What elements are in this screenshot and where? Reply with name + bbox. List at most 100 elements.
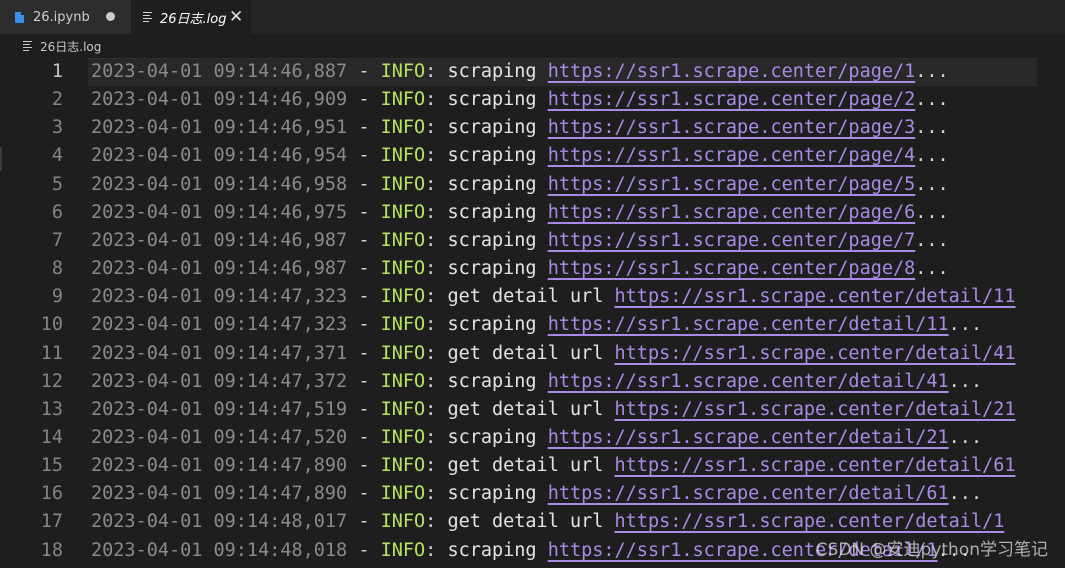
code-line[interactable]: 12 2023-04-01 09:14:47,372 - INFO: scrapi… [0,368,1065,396]
code-line[interactable]: 5 2023-04-01 09:14:46,958 - INFO: scrapin… [0,171,1065,199]
code-line[interactable]: 16 2023-04-01 09:14:47,890 - INFO: scrapi… [0,480,1065,508]
log-colon: : [425,539,448,561]
log-ellipsis: ... [915,229,949,251]
log-level: INFO [380,89,426,111]
breadcrumb-file[interactable]: 26日志.log [40,38,101,55]
log-url-link[interactable]: https://ssr1.scrape.center/detail/61 [548,483,949,504]
log-url-link[interactable]: https://ssr1.scrape.center/page/7 [548,230,916,251]
log-url-link[interactable]: https://ssr1.scrape.center/detail/21 [548,427,949,448]
line-number: 10 [40,314,63,336]
log-ellipsis: ... [915,258,949,280]
log-url-link[interactable]: https://ssr1.scrape.center/detail/41 [548,371,949,392]
line-number: 8 [51,258,63,280]
tab-ipynb[interactable]: 26.ipynb [0,0,131,34]
log-level: INFO [380,229,426,251]
log-url-link[interactable]: https://ssr1.scrape.center/page/8 [548,258,916,279]
log-timestamp: 2023-04-01 09:14:47,323 [91,286,348,308]
code-line[interactable]: 17 2023-04-01 09:14:48,017 - INFO: get de… [0,508,1065,536]
code-line[interactable]: 2 2023-04-01 09:14:46,909 - INFO: scrapin… [0,86,1065,114]
log-url-link[interactable]: https://ssr1.scrape.center/page/3 [548,117,916,138]
log-entry: 2023-04-01 09:14:47,323 - INFO: scraping… [91,311,982,339]
line-number: 17 [40,511,63,533]
log-timestamp: 2023-04-01 09:14:48,017 [91,511,348,533]
log-separator: - [347,229,381,251]
log-message: scraping [447,61,548,82]
log-url-link[interactable]: https://ssr1.scrape.center/detail/11 [615,286,1016,307]
log-url-link[interactable]: https://ssr1.scrape.center/page/5 [548,174,916,195]
notebook-file-icon [15,11,24,23]
log-timestamp: 2023-04-01 09:14:46,887 [91,61,348,82]
log-colon: : [425,483,448,505]
log-url-link[interactable]: https://ssr1.scrape.center/detail/41 [615,343,1016,364]
log-timestamp: 2023-04-01 09:14:47,890 [91,483,348,505]
log-url-link[interactable]: https://ssr1.scrape.center/page/4 [548,145,916,166]
log-message: scraping [447,426,548,448]
log-colon: : [425,426,448,448]
unsaved-dot-icon[interactable] [106,12,115,21]
log-separator: - [347,117,381,139]
log-timestamp: 2023-04-01 09:14:47,520 [91,426,348,448]
log-message: scraping [447,539,548,561]
code-line[interactable]: 3 2023-04-01 09:14:46,951 - INFO: scrapin… [0,114,1065,142]
log-timestamp: 2023-04-01 09:14:47,372 [91,370,348,392]
tab-bar: 26.ipynb 26日志.log ✕ [0,0,1065,34]
line-number: 14 [40,426,63,448]
log-entry: 2023-04-01 09:14:47,372 - INFO: scraping… [91,368,982,396]
code-line[interactable]: 13 2023-04-01 09:14:47,519 - INFO: get de… [0,396,1065,424]
log-url-link[interactable]: https://ssr1.scrape.center/page/6 [548,202,916,223]
code-line[interactable]: 6 2023-04-01 09:14:46,975 - INFO: scrapin… [0,199,1065,227]
log-level: INFO [380,258,426,280]
code-line[interactable]: 8 2023-04-01 09:14:46,987 - INFO: scrapin… [0,255,1065,283]
log-entry: 2023-04-01 09:14:46,958 - INFO: scraping… [91,171,949,199]
log-level: INFO [380,455,426,477]
line-number: 12 [40,370,63,392]
log-separator: - [347,483,381,505]
log-separator: - [347,398,381,420]
breadcrumb[interactable]: 26日志.log [0,34,1065,58]
editor[interactable]: 1 2023-04-01 09:14:46,887 - INFO: scrapin… [0,58,1065,568]
log-entry: 2023-04-01 09:14:46,975 - INFO: scraping… [91,199,949,227]
code-line[interactable]: 4 2023-04-01 09:14:46,954 - INFO: scrapin… [0,142,1065,170]
log-level: INFO [380,61,426,82]
log-timestamp: 2023-04-01 09:14:47,323 [91,314,348,336]
code-line[interactable]: 15 2023-04-01 09:14:47,890 - INFO: get de… [0,452,1065,480]
log-separator: - [347,455,381,477]
log-ellipsis: ... [915,145,949,167]
log-url-link[interactable]: https://ssr1.scrape.center/detail/21 [615,399,1016,420]
code-line[interactable]: 7 2023-04-01 09:14:46,987 - INFO: scrapin… [0,227,1065,255]
code-line[interactable]: 11 2023-04-01 09:14:47,371 - INFO: get de… [0,340,1065,368]
tab-log[interactable]: 26日志.log ✕ [131,0,251,34]
log-timestamp: 2023-04-01 09:14:46,987 [91,258,348,280]
line-number: 15 [40,455,63,477]
line-number: 7 [51,229,63,251]
log-ellipsis: ... [915,117,949,139]
log-url-link[interactable]: https://ssr1.scrape.center/detail/1 [615,511,1005,532]
log-message: get detail url [447,455,615,477]
log-entry: 2023-04-01 09:14:48,017 - INFO: get deta… [91,508,1004,536]
log-entry: 2023-04-01 09:14:46,909 - INFO: scraping… [91,86,949,114]
log-url-link[interactable]: https://ssr1.scrape.center/detail/11 [548,314,949,335]
close-icon[interactable]: ✕ [229,7,243,27]
log-ellipsis: ... [915,89,949,111]
log-level: INFO [380,173,426,195]
log-url-link[interactable]: https://ssr1.scrape.center/page/1 [548,61,916,82]
line-number: 4 [51,145,63,167]
code-line[interactable]: 10 2023-04-01 09:14:47,323 - INFO: scrapi… [0,311,1065,339]
log-timestamp: 2023-04-01 09:14:46,987 [91,229,348,251]
log-separator: - [347,314,381,336]
log-entry: 2023-04-01 09:14:47,890 - INFO: scraping… [91,480,982,508]
log-colon: : [425,229,448,251]
log-timestamp: 2023-04-01 09:14:46,951 [91,117,348,139]
log-level: INFO [380,145,426,167]
log-url-link[interactable]: https://ssr1.scrape.center/page/2 [548,89,916,110]
line-number: 1 [51,61,63,82]
code-line[interactable]: 14 2023-04-01 09:14:47,520 - INFO: scrapi… [0,424,1065,452]
log-separator: - [347,258,381,280]
log-level: INFO [380,342,426,364]
code-line[interactable]: 1 2023-04-01 09:14:46,887 - INFO: scrapin… [0,58,1065,86]
log-url-link[interactable]: https://ssr1.scrape.center/detail/61 [615,455,1016,476]
log-timestamp: 2023-04-01 09:14:47,371 [91,342,348,364]
code-line[interactable]: 9 2023-04-01 09:14:47,323 - INFO: get det… [0,283,1065,311]
log-message: scraping [447,483,548,505]
line-number: 2 [51,89,63,111]
